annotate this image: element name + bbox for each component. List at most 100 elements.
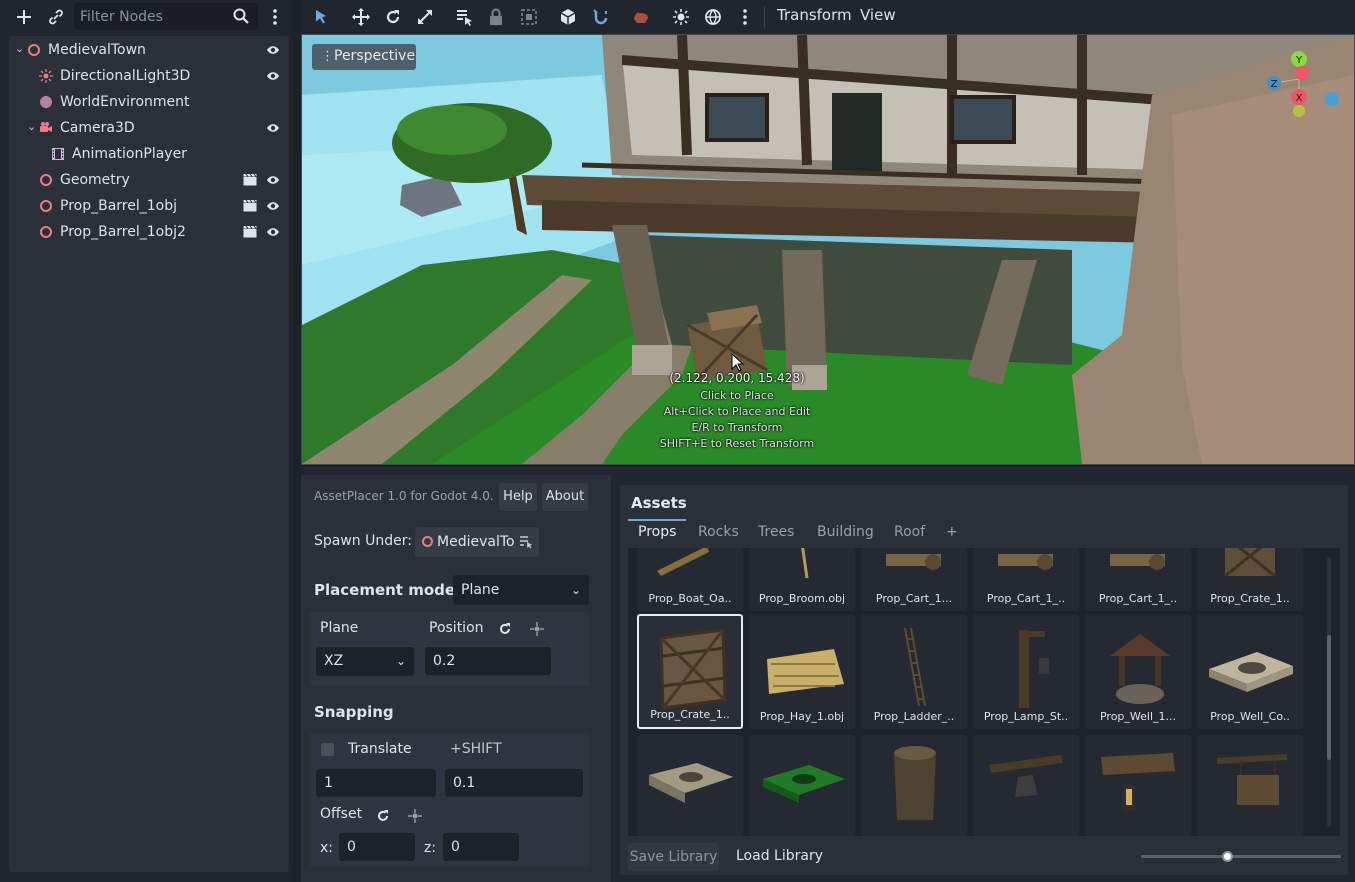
mesh-icon[interactable] bbox=[558, 7, 578, 27]
visibility-eye-icon[interactable] bbox=[266, 199, 280, 213]
offset-z-input[interactable]: 0 bbox=[443, 833, 519, 861]
asset-prop-well-cover[interactable]: Prop_Well_Co.. bbox=[1197, 614, 1303, 729]
tree-item-worldenvironment[interactable]: WorldEnvironment bbox=[9, 89, 289, 115]
open-scene-icon[interactable] bbox=[243, 225, 257, 238]
transform-menu[interactable]: Transform bbox=[777, 6, 852, 24]
asset-barrel[interactable] bbox=[861, 735, 967, 836]
snap-step-input[interactable]: 1 bbox=[316, 769, 436, 797]
asset-prop-crate-1[interactable]: Prop_Crate_1.. bbox=[1197, 548, 1303, 611]
axis-gizmo[interactable]: Y Z X bbox=[1264, 49, 1344, 119]
spawn-under-label: Spawn Under: bbox=[314, 533, 412, 549]
tab-roof[interactable]: Roof bbox=[894, 524, 925, 540]
save-library-button[interactable]: Save Library bbox=[628, 843, 719, 871]
asset-well-base[interactable] bbox=[637, 735, 743, 836]
asset-prop-cart-2[interactable]: Prop_Cart_1_.. bbox=[973, 548, 1079, 611]
chevron-down-icon[interactable]: ⌄ bbox=[15, 42, 27, 55]
asset-grid[interactable]: Prop_Boat_Oa.. Prop_Broom.obj Prop_Cart_… bbox=[628, 548, 1340, 836]
plane-value: XZ bbox=[324, 653, 344, 669]
lock-icon[interactable] bbox=[486, 7, 506, 27]
tree-item-prop-barrel-1obj[interactable]: Prop_Barrel_1obj bbox=[9, 193, 289, 219]
visibility-eye-icon[interactable] bbox=[266, 69, 280, 83]
visibility-eye-icon[interactable] bbox=[266, 225, 280, 239]
kebab-menu-icon[interactable] bbox=[265, 7, 285, 27]
tab-building[interactable]: Building bbox=[817, 524, 874, 540]
asset-caption: Prop_Cart_1_.. bbox=[1098, 592, 1178, 605]
crosshair-icon[interactable] bbox=[529, 621, 545, 637]
add-tab-button[interactable]: + bbox=[946, 524, 958, 540]
asset-prop-boat[interactable]: Prop_Boat_Oa.. bbox=[637, 548, 743, 611]
move-icon[interactable] bbox=[351, 7, 371, 27]
snap-icon[interactable] bbox=[591, 7, 611, 27]
asset-green-base[interactable] bbox=[749, 735, 855, 836]
more-icon[interactable] bbox=[735, 7, 755, 27]
environment-icon[interactable] bbox=[703, 7, 723, 27]
reset-icon[interactable] bbox=[497, 621, 513, 637]
open-scene-icon[interactable] bbox=[243, 199, 257, 212]
position-input[interactable]: 0.2 bbox=[425, 647, 551, 675]
plane-label: Plane bbox=[320, 620, 359, 636]
chevron-down-icon[interactable]: ⌄ bbox=[27, 120, 39, 133]
asset-prop-broom[interactable]: Prop_Broom.obj bbox=[749, 548, 855, 611]
asset-beam-lantern[interactable] bbox=[1085, 735, 1191, 836]
plus-icon[interactable] bbox=[14, 7, 34, 27]
thumbnail-size-slider[interactable] bbox=[1141, 855, 1341, 858]
offset-x-input[interactable]: 0 bbox=[339, 833, 415, 861]
view-menu[interactable]: View bbox=[860, 6, 896, 24]
placement-mode-value: Plane bbox=[461, 582, 500, 598]
spawn-under-button[interactable]: MedievalTo bbox=[415, 527, 539, 557]
tree-item-label: MedievalTown bbox=[48, 42, 146, 58]
tab-trees[interactable]: Trees bbox=[758, 524, 794, 540]
perspective-menu-button[interactable]: ⋮ Perspective bbox=[312, 44, 416, 70]
visibility-eye-icon[interactable] bbox=[266, 43, 280, 57]
tree-item-geometry[interactable]: Geometry bbox=[9, 167, 289, 193]
asset-prop-cart-1[interactable]: Prop_Cart_1... bbox=[861, 548, 967, 611]
about-button[interactable]: About bbox=[542, 483, 588, 511]
asset-caption: Prop_Crate_1.. bbox=[1210, 592, 1290, 605]
camera-bone-icon[interactable] bbox=[631, 7, 651, 27]
asset-prop-hay[interactable]: Prop_Hay_1.obj bbox=[749, 614, 855, 729]
tab-props[interactable]: Props bbox=[638, 524, 676, 540]
visibility-eye-icon[interactable] bbox=[266, 121, 280, 135]
load-library-button[interactable]: Load Library bbox=[736, 848, 823, 864]
select-icon[interactable] bbox=[311, 7, 331, 27]
tab-rocks[interactable]: Rocks bbox=[698, 524, 739, 540]
node3d-icon bbox=[40, 200, 52, 212]
asset-hanging-sign[interactable] bbox=[1197, 735, 1303, 836]
asset-prop-ladder[interactable]: Prop_Ladder_.. bbox=[861, 614, 967, 729]
asset-prop-lamp[interactable]: Prop_Lamp_St.. bbox=[973, 614, 1079, 729]
rotate-icon[interactable] bbox=[383, 7, 403, 27]
3d-viewport[interactable]: Y Z X ⋮ Perspective (2.122, 0.200, 15.42… bbox=[301, 34, 1355, 465]
open-scene-icon[interactable] bbox=[243, 173, 257, 186]
asset-bell[interactable] bbox=[973, 735, 1079, 836]
tree-item-animationplayer[interactable]: AnimationPlayer bbox=[9, 141, 289, 167]
scale-icon[interactable] bbox=[415, 7, 435, 27]
tree-item-camera3d[interactable]: ⌄ Camera3D bbox=[9, 115, 289, 141]
thumbnail-size-slider-handle[interactable] bbox=[1221, 851, 1233, 862]
crosshair-icon[interactable] bbox=[407, 808, 423, 824]
tree-item-prop-barrel-1obj2[interactable]: Prop_Barrel_1obj2 bbox=[9, 219, 289, 245]
tree-item-medievaltown[interactable]: ⌄ MedievalTown bbox=[9, 37, 289, 63]
snap-shift-step-input[interactable]: 0.1 bbox=[445, 769, 583, 797]
filter-nodes-input[interactable] bbox=[80, 3, 230, 30]
translate-checkbox[interactable] bbox=[321, 743, 334, 756]
reset-icon[interactable] bbox=[375, 808, 391, 824]
plugin-title: AssetPlacer 1.0 for Godot 4.0. bbox=[314, 489, 494, 503]
group-icon[interactable] bbox=[519, 7, 539, 27]
asset-prop-crate-selected[interactable]: Prop_Crate_1.. bbox=[637, 614, 743, 729]
visibility-eye-icon[interactable] bbox=[266, 173, 280, 187]
sun-icon[interactable] bbox=[671, 7, 691, 27]
scene-toolbar bbox=[0, 0, 292, 34]
asset-prop-cart-3[interactable]: Prop_Cart_1_.. bbox=[1085, 548, 1191, 611]
perspective-label: Perspective bbox=[334, 48, 416, 64]
tree-item-label: Camera3D bbox=[60, 120, 135, 136]
placement-mode-dropdown[interactable]: Plane ⌄ bbox=[453, 575, 589, 605]
plane-dropdown[interactable]: XZ ⌄ bbox=[316, 647, 414, 676]
search-icon[interactable] bbox=[232, 7, 250, 25]
asset-grid-scroll-thumb[interactable] bbox=[1327, 635, 1331, 760]
list-select-icon[interactable] bbox=[454, 7, 474, 27]
asset-prop-well[interactable]: Prop_Well_1... bbox=[1085, 614, 1191, 729]
viewport-toolbar: Transform View bbox=[301, 0, 1355, 34]
help-button[interactable]: Help bbox=[499, 483, 537, 511]
link-icon[interactable] bbox=[46, 7, 66, 27]
tree-item-directionallight3d[interactable]: DirectionalLight3D bbox=[9, 63, 289, 89]
